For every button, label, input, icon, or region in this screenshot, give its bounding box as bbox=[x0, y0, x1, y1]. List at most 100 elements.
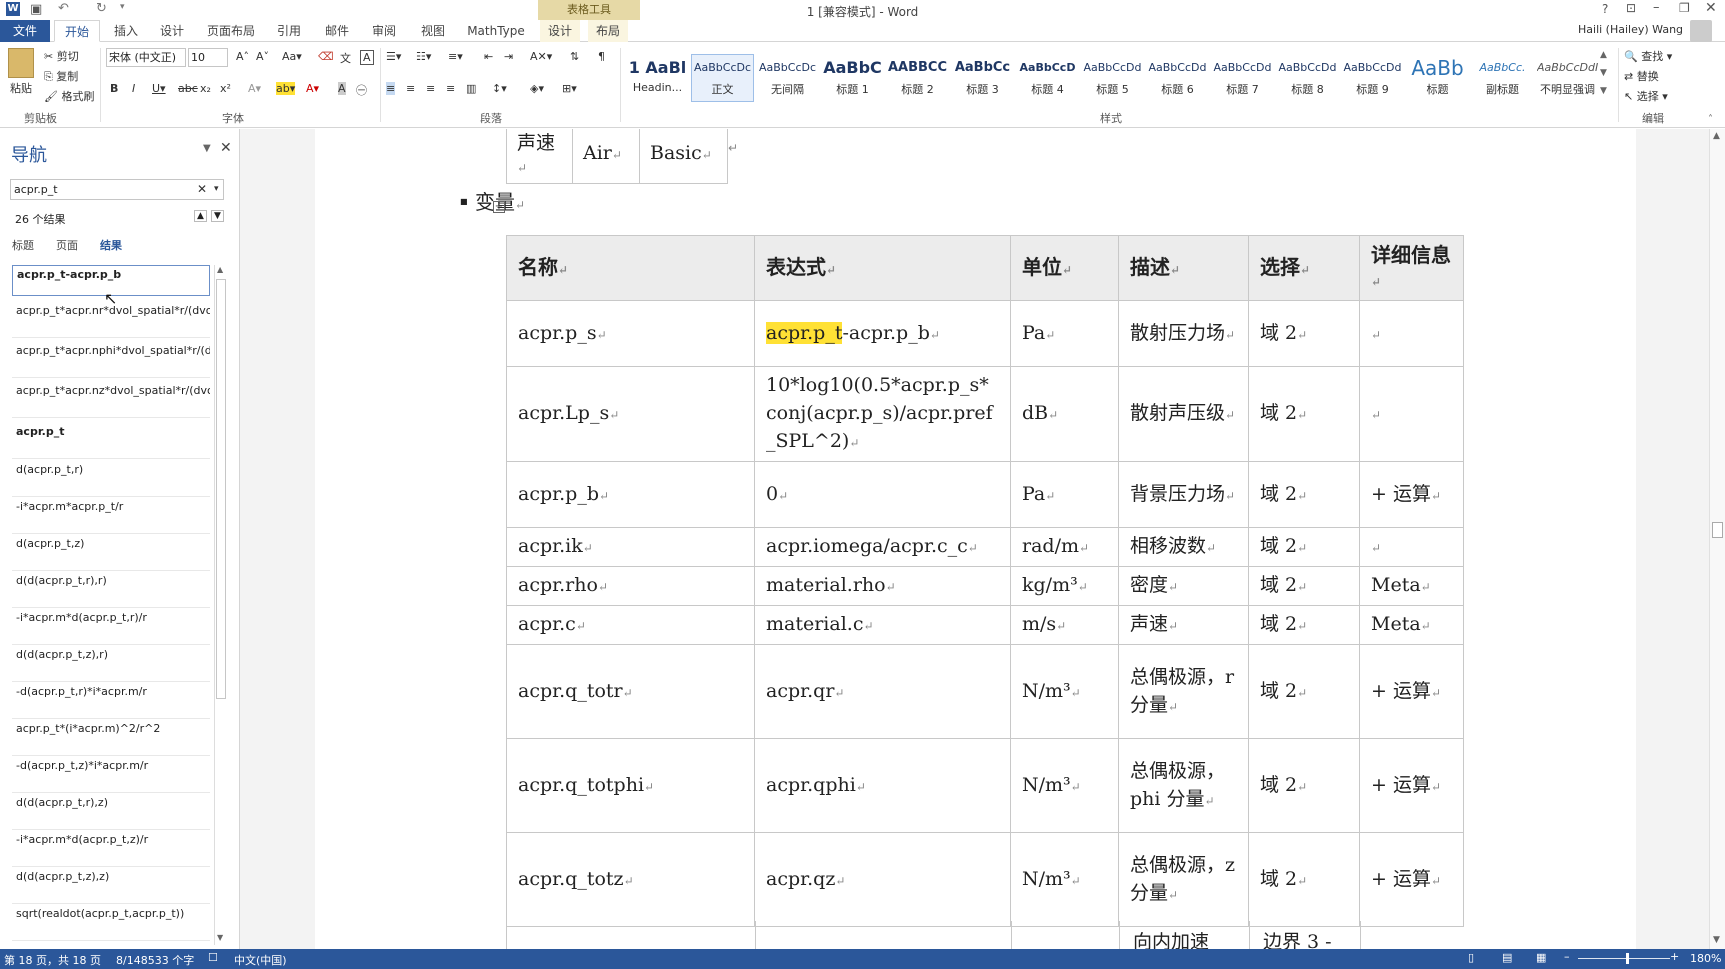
underline-icon[interactable]: U▾ bbox=[152, 82, 166, 95]
justify-icon[interactable]: ≡ bbox=[446, 82, 455, 95]
table-cell[interactable]: 声速↵ bbox=[506, 129, 573, 184]
details-cell[interactable]: + 运算↵ bbox=[1359, 461, 1464, 528]
nav-tab-results[interactable]: 结果 bbox=[100, 237, 122, 253]
replace-button[interactable]: ⇄ 替换 bbox=[1624, 68, 1659, 84]
details-cell[interactable]: + 运算↵ bbox=[1359, 644, 1464, 739]
column-header[interactable]: 描述↵ bbox=[1118, 235, 1249, 301]
styles-scroll-up-icon[interactable]: ▲ bbox=[1600, 50, 1607, 60]
clear-format-icon[interactable]: ⌫ bbox=[318, 50, 334, 63]
scroll-up-icon[interactable]: ▲ bbox=[217, 265, 223, 274]
unit-cell[interactable]: dB↵ bbox=[1010, 366, 1119, 462]
style-heading-5[interactable]: AaBbCcDd 标题 5 bbox=[1081, 54, 1144, 102]
line-spacing-icon[interactable]: ↕▾ bbox=[492, 82, 507, 95]
zoom-in-icon[interactable]: + bbox=[1670, 950, 1679, 963]
zoom-level[interactable]: 180% bbox=[1690, 952, 1721, 965]
tab-table-layout[interactable]: 布局 bbox=[588, 20, 628, 42]
tab-design[interactable]: 设计 bbox=[152, 20, 192, 42]
name-cell[interactable]: acpr.Lp_s↵ bbox=[506, 366, 755, 462]
description-cell[interactable]: 相移波数↵ bbox=[1118, 527, 1249, 567]
page-count[interactable]: 第 18 页，共 18 页 bbox=[4, 952, 101, 968]
expression-cell[interactable]: material.rho↵ bbox=[754, 566, 1011, 606]
help-icon[interactable]: ? bbox=[1602, 2, 1608, 16]
name-cell[interactable]: acpr.q_totphi↵ bbox=[506, 738, 755, 833]
description-cell[interactable]: 密度↵ bbox=[1118, 566, 1249, 606]
save-icon[interactable]: ▣ bbox=[30, 2, 42, 17]
sort-icon[interactable]: ⇅ bbox=[570, 50, 579, 63]
tab-insert[interactable]: 插入 bbox=[106, 20, 146, 42]
style-heading-9[interactable]: AaBbCcDd 标题 9 bbox=[1341, 54, 1404, 102]
column-header[interactable]: 名称↵ bbox=[506, 235, 755, 301]
tab-mathtype[interactable]: MathType bbox=[462, 20, 530, 42]
nav-options-icon[interactable]: ▼ bbox=[203, 143, 211, 154]
selection-cell[interactable]: 域 2↵ bbox=[1248, 605, 1360, 645]
text-effects-icon[interactable]: A▾ bbox=[248, 82, 261, 95]
nav-tab-pages[interactable]: 页面 bbox=[56, 237, 78, 253]
search-result[interactable]: d(d(acpr.p_t,z),z) bbox=[12, 868, 210, 904]
unit-cell[interactable]: rad/m↵ bbox=[1010, 527, 1119, 567]
expression-cell[interactable]: 0↵ bbox=[754, 461, 1011, 528]
search-result[interactable]: -d(acpr.p_t,r)*i*acpr.m/r bbox=[12, 683, 210, 719]
details-cell[interactable]: + 运算↵ bbox=[1359, 832, 1464, 927]
numbering-icon[interactable]: ☷▾ bbox=[416, 50, 431, 63]
selection-cell[interactable]: 域 2↵ bbox=[1248, 644, 1360, 739]
name-cell[interactable]: acpr.q_totr↵ bbox=[506, 644, 755, 739]
search-result[interactable]: -d(acpr.p_t,z)*i*acpr.m/r bbox=[12, 757, 210, 793]
web-layout-icon[interactable]: ▦ bbox=[1536, 951, 1546, 964]
style-heading-8[interactable]: AaBbCcDd 标题 8 bbox=[1276, 54, 1339, 102]
italic-icon[interactable]: I bbox=[132, 82, 135, 95]
read-mode-icon[interactable]: ▯ bbox=[1468, 951, 1474, 964]
print-layout-icon[interactable]: ▤ bbox=[1502, 951, 1512, 964]
search-result[interactable]: -i*acpr.m*d(acpr.p_t,z)/r bbox=[12, 831, 210, 867]
style-heading-2[interactable]: AABBCC 标题 2 bbox=[886, 54, 949, 102]
font-name-select[interactable]: 宋体 (中文正) bbox=[106, 48, 186, 67]
description-cell[interactable]: 背景压力场↵ bbox=[1118, 461, 1249, 528]
clear-search-icon[interactable]: ✕ bbox=[197, 182, 207, 196]
column-header[interactable]: 选择↵ bbox=[1248, 235, 1360, 301]
details-cell[interactable]: ↵ bbox=[1359, 300, 1464, 367]
style-normal[interactable]: AaBbCcDc 正文 bbox=[691, 54, 754, 102]
selection-cell[interactable]: 域 2↵ bbox=[1248, 461, 1360, 528]
document-scrollbar[interactable]: ▲ ▼ bbox=[1709, 129, 1725, 949]
details-cell[interactable]: Meta↵ bbox=[1359, 605, 1464, 645]
description-cell[interactable]: 声速↵ bbox=[1118, 605, 1249, 645]
collapse-ribbon-icon[interactable]: ˄ bbox=[1708, 114, 1713, 125]
find-button[interactable]: 🔍 查找 ▾ bbox=[1624, 48, 1672, 64]
font-color-icon[interactable]: A▾ bbox=[306, 82, 319, 95]
zoom-slider[interactable] bbox=[1578, 958, 1670, 959]
search-result[interactable]: acpr.p_t*(i*acpr.m)^2/r^2 bbox=[12, 720, 210, 756]
nav-scrollbar[interactable]: ▲ ▼ bbox=[214, 265, 227, 945]
column-header[interactable]: 详细信息↵ bbox=[1359, 235, 1464, 301]
enclose-char-icon[interactable]: ㊀ bbox=[356, 82, 367, 98]
chinese-layout-icon[interactable]: A✕▾ bbox=[530, 50, 552, 63]
styles-scroll-down-icon[interactable]: ▼ bbox=[1600, 68, 1607, 78]
table-move-handle-icon[interactable]: + bbox=[493, 201, 505, 213]
expression-cell[interactable]: acpr.qphi↵ bbox=[754, 738, 1011, 833]
style-heading[interactable]: 1 AaBl Headin... bbox=[626, 54, 689, 102]
table-cell[interactable]: Air↵ bbox=[572, 129, 640, 184]
char-border-icon[interactable]: A bbox=[360, 50, 374, 65]
unit-cell[interactable]: kg/m³↵ bbox=[1010, 566, 1119, 606]
style-title[interactable]: AaBb 标题 bbox=[1406, 54, 1469, 102]
minimize-icon[interactable]: – bbox=[1653, 0, 1660, 15]
align-left-icon[interactable]: ≡ bbox=[386, 82, 396, 95]
style-subtle-emphasis[interactable]: AaBbCcDdI 不明显强调 bbox=[1536, 54, 1599, 102]
align-center-icon[interactable]: ≡ bbox=[406, 82, 415, 95]
details-cell[interactable]: Meta↵ bbox=[1359, 566, 1464, 606]
column-header[interactable]: 表达式↵ bbox=[754, 235, 1011, 301]
strikethrough-icon[interactable]: abc bbox=[178, 82, 198, 95]
cut-button[interactable]: ✂ 剪切 bbox=[44, 48, 79, 64]
nav-scroll-thumb[interactable] bbox=[216, 279, 226, 699]
unit-cell[interactable]: Pa↵ bbox=[1010, 300, 1119, 367]
style-heading-4[interactable]: AaBbCcD 标题 4 bbox=[1016, 54, 1079, 102]
next-result-icon[interactable]: ▼ bbox=[211, 210, 224, 222]
styles-more-icon[interactable]: ▼ bbox=[1600, 86, 1607, 96]
increase-indent-icon[interactable]: ⇥ bbox=[504, 50, 513, 63]
nav-close-icon[interactable]: ✕ bbox=[220, 140, 232, 156]
search-result[interactable]: d(d(acpr.p_t,r),z) bbox=[12, 794, 210, 830]
multilevel-list-icon[interactable]: ≡▾ bbox=[448, 50, 463, 63]
scroll-down-icon[interactable]: ▼ bbox=[1713, 935, 1720, 945]
style-heading-7[interactable]: AaBbCcDd 标题 7 bbox=[1211, 54, 1274, 102]
redo-icon[interactable]: ↻ bbox=[96, 1, 107, 16]
name-cell[interactable]: acpr.ik↵ bbox=[506, 527, 755, 567]
expression-cell[interactable]: 10*log10(0.5*acpr.p_s*conj(acpr.p_s)/acp… bbox=[754, 366, 1011, 462]
